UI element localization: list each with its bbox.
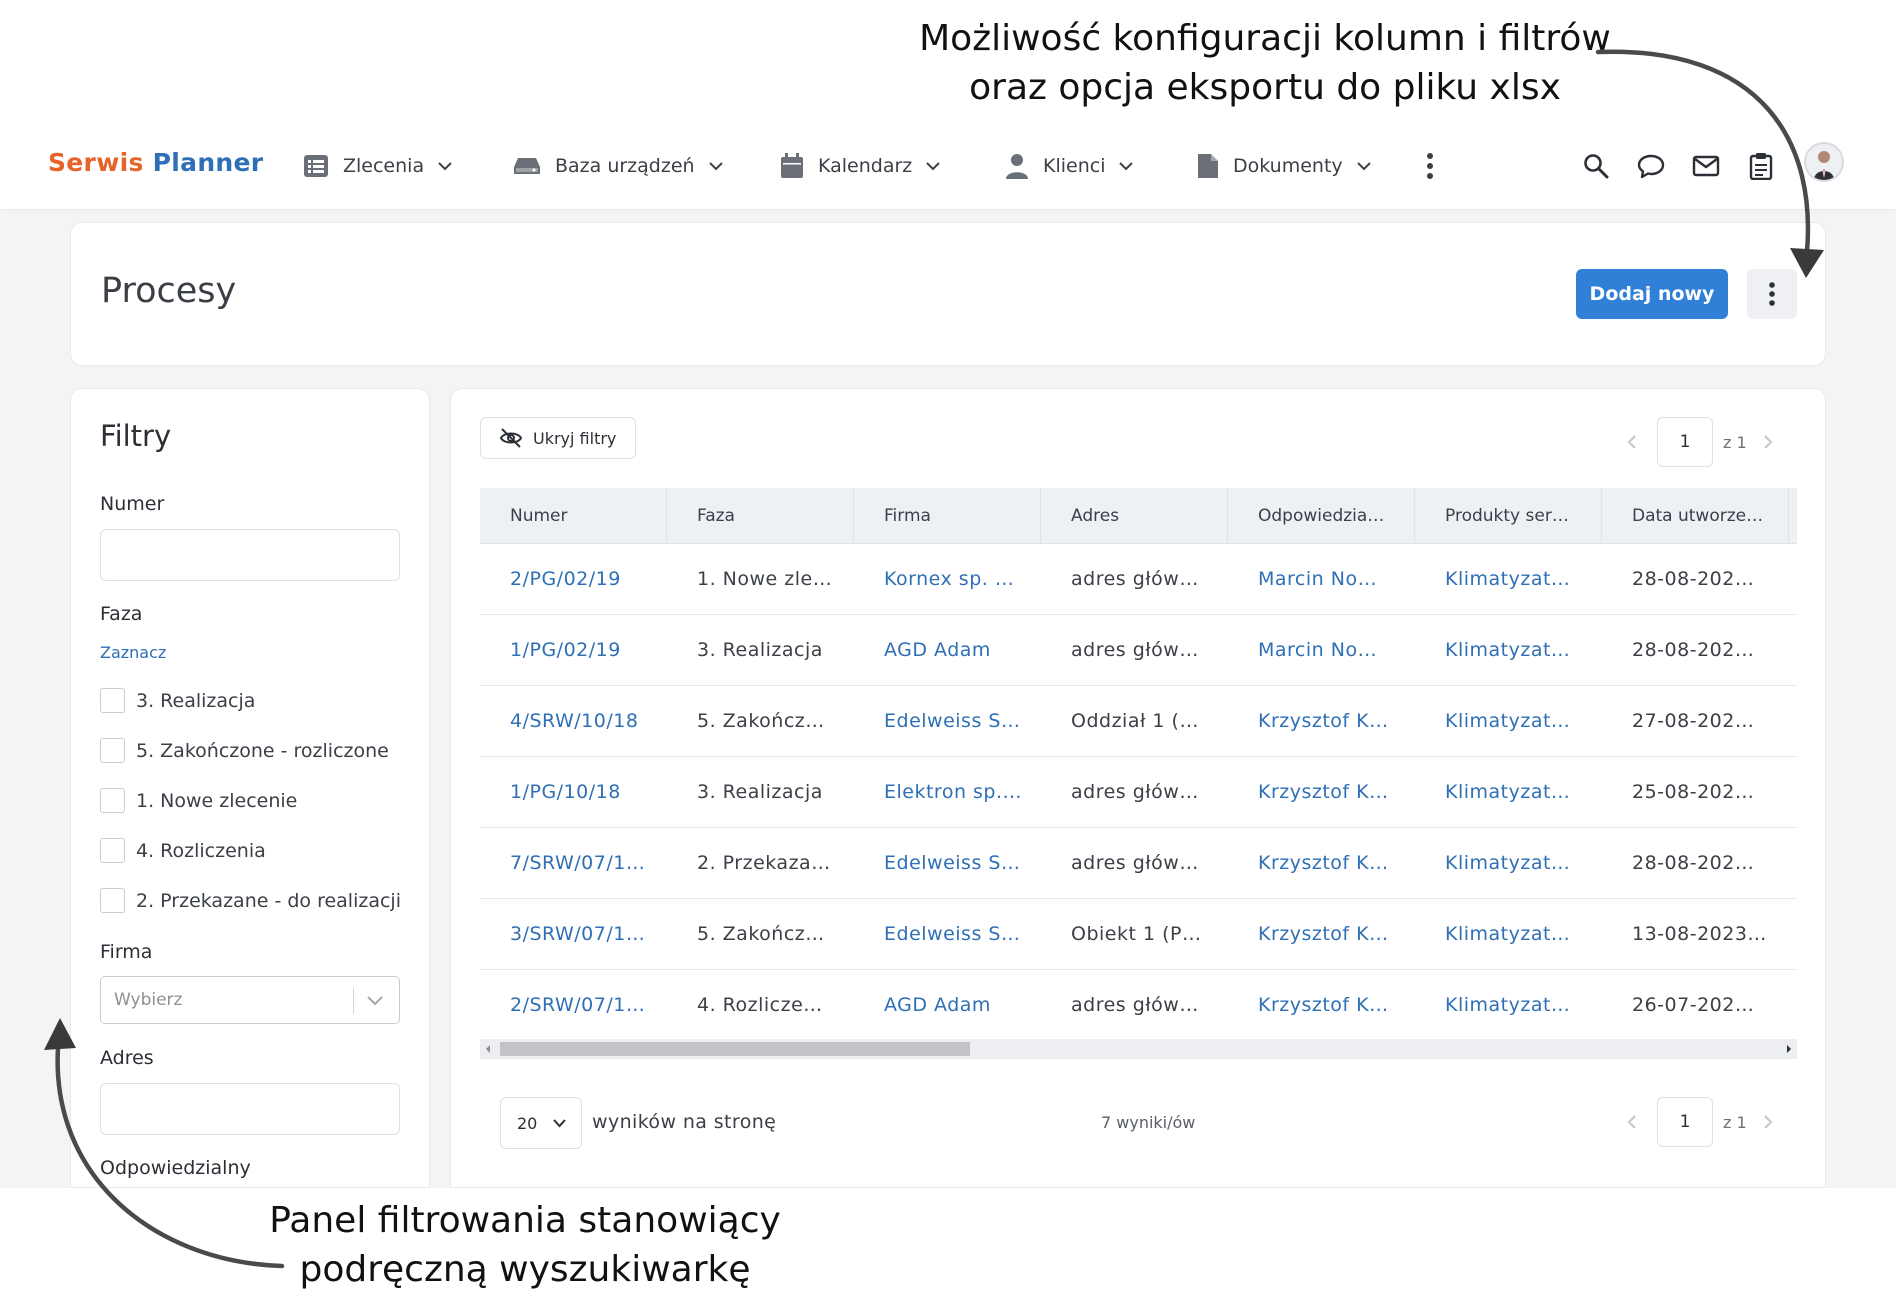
arrow-top-head — [1790, 248, 1824, 278]
arrow-bottom-curve — [55, 1025, 285, 1269]
annotation-arrows — [44, 49, 1824, 1269]
arrow-bottom-head — [44, 1018, 76, 1050]
arrow-top-curve — [1595, 49, 1811, 265]
screenshot-stage: Możliwość konfiguracji kolumn i filtrów … — [0, 0, 1896, 1300]
